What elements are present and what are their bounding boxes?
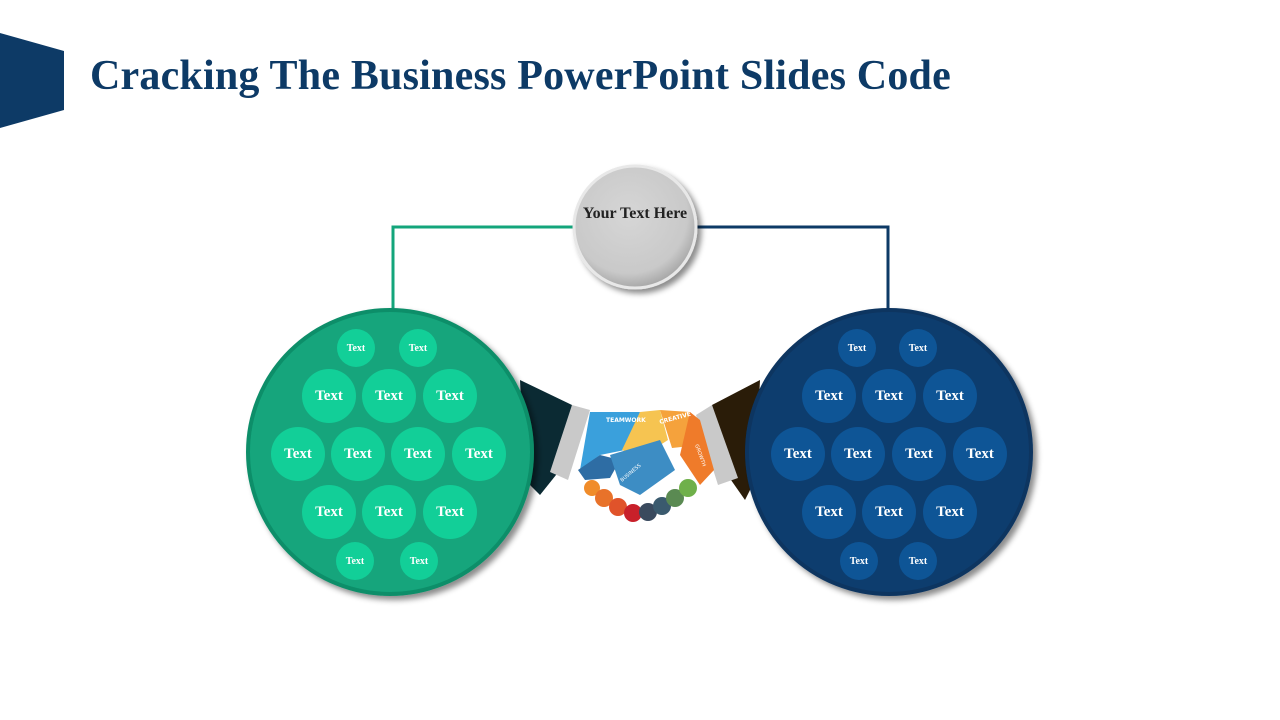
left-bubble: Text	[452, 427, 506, 481]
right-bubble: Text	[831, 427, 885, 481]
right-bubble: Text	[953, 427, 1007, 481]
handshake-label-teamwork: TEAMWORK	[606, 417, 646, 424]
left-bubble: Text	[362, 485, 416, 539]
left-bubble: Text	[302, 485, 356, 539]
left-bubble: Text	[423, 485, 477, 539]
left-bubble: Text	[391, 427, 445, 481]
left-bubble: Text	[423, 369, 477, 423]
right-bubble: Text	[923, 369, 977, 423]
right-bubble: Text	[771, 427, 825, 481]
right-bubble: Text	[862, 369, 916, 423]
right-bubble: Text	[802, 485, 856, 539]
right-bubble: Text	[840, 542, 878, 580]
left-bubble: Text	[400, 542, 438, 580]
right-bubble: Text	[802, 369, 856, 423]
connector-right	[695, 225, 890, 310]
center-node-text: Your Text Here	[582, 205, 688, 222]
left-bubble: Text	[302, 369, 356, 423]
right-bubble: Text	[923, 485, 977, 539]
right-bubble: Text	[862, 485, 916, 539]
diagram: TEAMWORK CREATIVE GROWTH BUSINESS	[246, 164, 1033, 596]
handshake-icon: TEAMWORK CREATIVE GROWTH BUSINESS	[520, 380, 760, 522]
left-bubble: Text	[331, 427, 385, 481]
right-bubble: Text	[838, 329, 876, 367]
right-bubble: Text	[899, 329, 937, 367]
center-node-circle	[572, 164, 698, 290]
left-bubble: Text	[336, 542, 374, 580]
left-bubble: Text	[271, 427, 325, 481]
connector-left	[391, 225, 575, 310]
right-bubble: Text	[892, 427, 946, 481]
right-bubble: Text	[899, 542, 937, 580]
left-bubble: Text	[399, 329, 437, 367]
left-bubble: Text	[337, 329, 375, 367]
left-bubble: Text	[362, 369, 416, 423]
